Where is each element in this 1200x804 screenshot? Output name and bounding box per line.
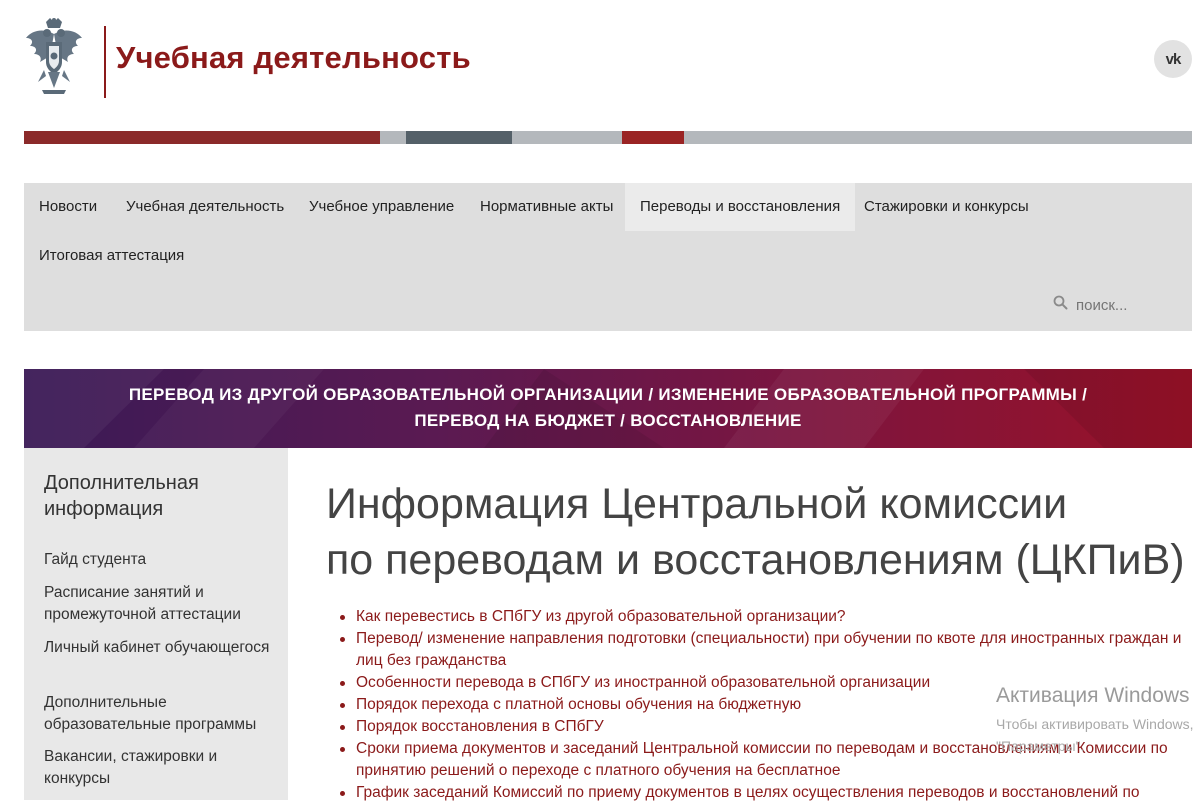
banner-title-line1: ПЕРЕВОД ИЗ ДРУГОЙ ОБРАЗОВАТЕЛЬНОЙ ОРГАНИ… <box>128 385 1088 404</box>
banner-title-line2: ПЕРЕВОД НА БЮДЖЕТ / ВОССТАНОВЛЕНИЕ <box>414 411 802 430</box>
banner-title: ПЕРЕВОД ИЗ ДРУГОЙ ОБРАЗОВАТЕЛЬНОЙ ОРГАНИ… <box>24 382 1192 434</box>
search-icon[interactable] <box>1053 295 1068 315</box>
page-title: Информация Центральной комиссии по перев… <box>326 476 1186 588</box>
sidebar-link-vacancies[interactable]: Вакансии, стажировки и конкурсы <box>44 746 274 790</box>
info-link[interactable]: Как перевестись в СПбГУ из другой образо… <box>338 606 1188 628</box>
info-link[interactable]: Перевод/ изменение направления подготовк… <box>338 628 1188 672</box>
section-banner: ПЕРЕВОД ИЗ ДРУГОЙ ОБРАЗОВАТЕЛЬНОЙ ОРГАНИ… <box>24 369 1192 448</box>
main-navigation: Новости Учебная деятельность Учебное упр… <box>24 183 1192 331</box>
search-box <box>1053 295 1166 315</box>
nav-item-regulations[interactable]: Нормативные акты <box>465 183 628 231</box>
windows-activation-watermark-title: Активация Windows <box>996 684 1190 707</box>
sidebar-heading: Дополнительная информация <box>44 472 199 520</box>
page-title-line2: по переводам и восстановлениям (ЦКПиВ) <box>326 536 1185 584</box>
sidebar-link-schedule[interactable]: Расписание занятий и промежуточной аттес… <box>44 582 274 626</box>
sidebar: Дополнительная информация Гайд студента … <box>24 448 288 800</box>
watermark-line1: Чтобы активировать Windows, <box>996 716 1194 732</box>
windows-activation-watermark-text: Чтобы активировать Windows, "Параметры". <box>996 713 1194 757</box>
info-link[interactable]: График заседаний Комиссий по приему доку… <box>338 782 1188 804</box>
search-input[interactable] <box>1076 296 1166 314</box>
nav-item-news[interactable]: Новости <box>24 183 112 231</box>
vk-icon[interactable]: vk <box>1154 40 1192 78</box>
nav-item-academic-activity[interactable]: Учебная деятельность <box>111 183 299 231</box>
site-title[interactable]: Учебная деятельность <box>116 40 471 76</box>
header-divider <box>104 26 106 98</box>
sidebar-link-student-guide[interactable]: Гайд студента <box>44 549 274 571</box>
nav-item-final-attestation[interactable]: Итоговая аттестация <box>24 232 199 280</box>
header-color-stripe <box>24 131 1192 144</box>
nav-item-academic-office[interactable]: Учебное управление <box>294 183 469 231</box>
sidebar-link-personal-account[interactable]: Личный кабинет обучающегося <box>44 637 274 659</box>
watermark-line2: "Параметры". <box>996 738 1085 754</box>
nav-item-internships-contests[interactable]: Стажировки и конкурсы <box>849 183 1044 231</box>
university-crest-logo[interactable] <box>22 16 86 106</box>
nav-item-transfers-reinstatement[interactable]: Переводы и восстановления <box>625 183 856 231</box>
sidebar-link-additional-programs[interactable]: Дополнительные образовательные программы <box>44 692 274 736</box>
page-title-line1: Информация Центральной комиссии <box>326 480 1068 528</box>
